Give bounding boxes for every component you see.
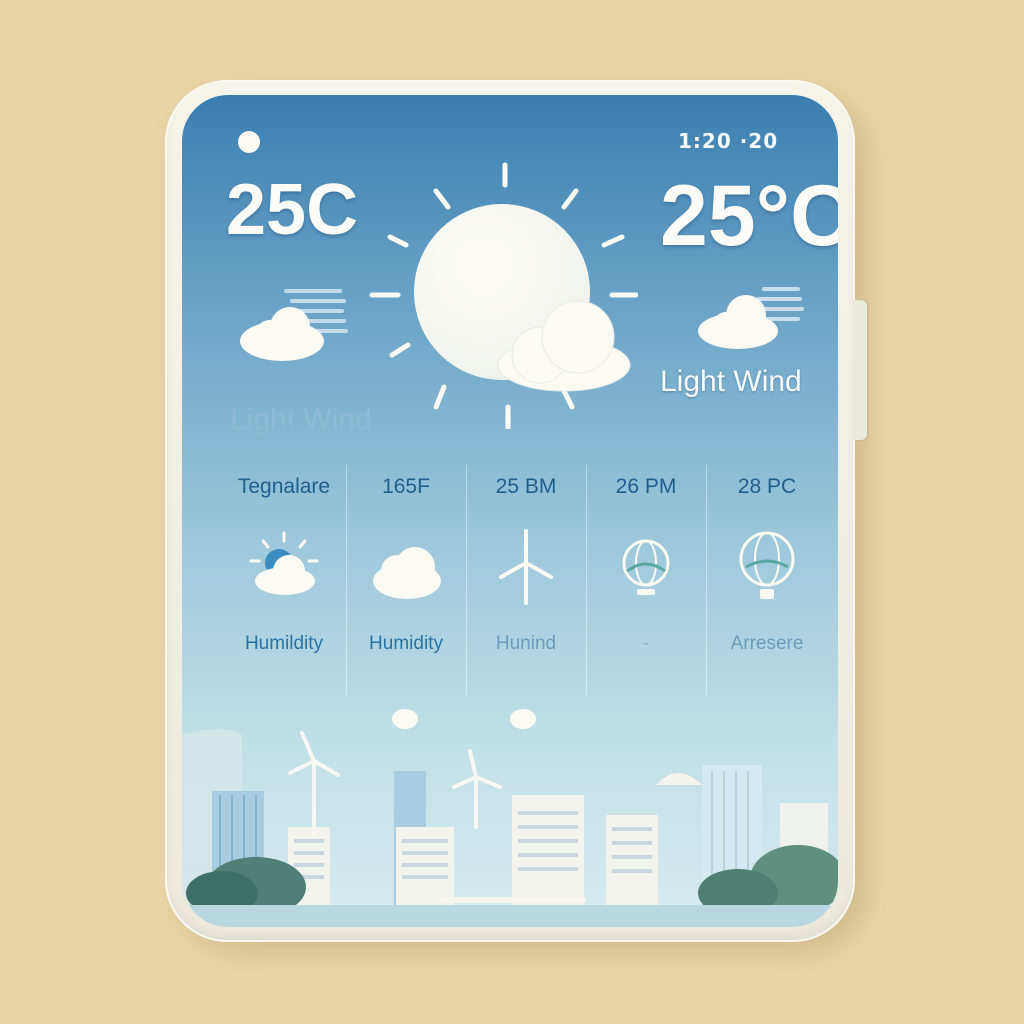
globe-icon [622, 539, 670, 595]
forecast-column[interactable]: 165F Humidity [346, 465, 466, 695]
forecast-column[interactable]: Tegnalare Humildity [222, 465, 346, 695]
forecast-heading: 25 BM [495, 475, 557, 498]
current-temperature-right: 25°C [660, 168, 838, 264]
forecast-strip: Tegnalare Humildity 165F Humidity 25 BM … [222, 465, 828, 695]
sun-cloud-icon [369, 162, 638, 429]
sun-cloud-icon [249, 531, 319, 595]
forecast-label: Arresere [730, 633, 804, 654]
weather-screen: 1:20 ·20 25C 25°C Light Wind Light Wind … [182, 95, 838, 927]
balloon-icon [739, 531, 795, 599]
current-temperature-left: 25C [226, 170, 359, 250]
forecast-label: Hunind [495, 633, 557, 654]
cloud-wind-icon-left [240, 289, 348, 361]
forecast-column[interactable]: 25 BM Hunind [466, 465, 586, 695]
forecast-label: Humildity [244, 633, 324, 654]
city-skyline-illustration [182, 729, 838, 927]
forecast-heading: 26 PM [615, 475, 677, 498]
wind-turbine-icon [499, 529, 553, 605]
forecast-label: Humidity [369, 633, 443, 654]
cloud-wind-icon-right [698, 287, 804, 349]
forecast-column[interactable]: 28 PC Arresere [706, 465, 828, 695]
wind-status-right: Light Wind [660, 365, 802, 398]
forecast-heading: 28 PC [737, 475, 797, 498]
status-time: 1:20 ·20 [678, 129, 779, 153]
forecast-heading: Tegnalare [237, 475, 331, 498]
side-button[interactable] [853, 300, 867, 440]
cloud-icon [373, 547, 441, 599]
forecast-column[interactable]: 26 PM - [586, 465, 706, 695]
camera-dot [238, 131, 260, 153]
forecast-heading: 165F [382, 475, 430, 498]
wind-status-left: Light Wind [230, 403, 372, 436]
forecast-label: - [642, 633, 650, 654]
